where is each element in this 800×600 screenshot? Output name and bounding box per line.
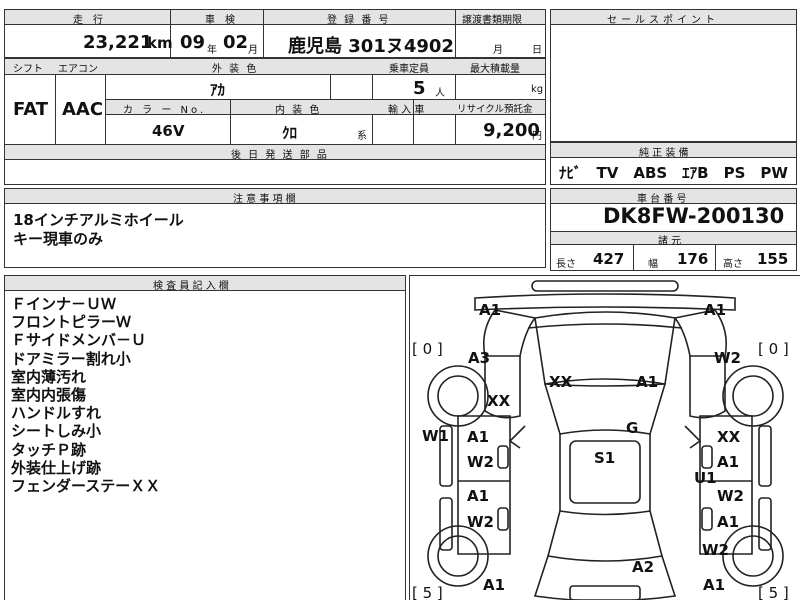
transfer-day-unit: 日 [532, 45, 542, 56]
damage-mark: W2 [467, 453, 494, 471]
damage-mark: A3 [468, 349, 491, 367]
damage-mark: A1 [717, 513, 740, 531]
length-label: 長さ [556, 259, 576, 270]
max-load-unit: kg [531, 84, 544, 95]
damage-mark: A1 [467, 487, 490, 505]
length-value: 427 [593, 250, 625, 268]
interior-color-value: ｸﾛ [282, 124, 298, 142]
inspector-line: Ｆサイドメンバ－Ｕ [11, 331, 147, 350]
transfer-label: 譲渡書類期限 [462, 15, 522, 26]
shipping-label: 後 日 発 送 部 品 [231, 150, 329, 161]
damage-mark: W1 [422, 427, 449, 445]
damage-mark: XX [487, 392, 511, 410]
shift-value: FAT [13, 99, 49, 120]
interior-color-suffix: 系 [357, 131, 367, 142]
damage-mark: S1 [594, 449, 616, 467]
damage-mark: W2 [467, 513, 494, 531]
recycle-unit: 円 [532, 131, 542, 142]
inspection-month: 02 [223, 32, 249, 53]
car-diagram-box: [ 0 ] [ 0 ] [ 5 ] [ 5 ] A1 A1 A3 W2 XX A… [409, 275, 800, 600]
inspector-line: ハンドルすれ [11, 404, 102, 423]
bracket-front-left: [ 0 ] [412, 340, 443, 358]
notes-box: 注 意 事 項 欄 18インチアルミホイール キー現車のみ [4, 188, 546, 268]
damage-mark: W2 [717, 487, 744, 505]
chassis-value: DK8FW-200130 [603, 204, 785, 228]
damage-mark: A1 [703, 576, 726, 594]
bracket-rear-left: [ 5 ] [412, 584, 443, 600]
damage-mark: A1 [483, 576, 506, 594]
color-no-label: カ ラ ー No. [123, 105, 207, 116]
inspection-year-unit: 年 [207, 45, 217, 56]
damage-mark: XX [549, 373, 573, 391]
standard-equipment-value: ﾅﾋﾞ TV ABS ｴｱB PS PW [559, 164, 788, 182]
exterior-color-label: 外 装 色 [212, 64, 259, 75]
aircon-label: エアコン [58, 64, 98, 75]
notes-title: 注 意 事 項 欄 [233, 194, 296, 205]
damage-mark: U1 [694, 469, 717, 487]
transfer-month-unit: 月 [493, 45, 503, 56]
damage-mark: W2 [702, 541, 729, 559]
color-no-value: 46V [152, 122, 185, 140]
registration-label: 登 録 番 号 [327, 15, 391, 26]
inspector-line: タッチＰ跡 [11, 440, 87, 459]
standard-equipment-title: 純 正 装 備 [639, 148, 689, 159]
mileage-value: 23,221 [83, 32, 153, 53]
sales-point-box: セールスポイント [550, 9, 797, 142]
height-value: 155 [757, 250, 789, 268]
inspection-year: 09 [180, 32, 206, 53]
height-label: 高さ [723, 259, 743, 270]
dims-title: 諸 元 [658, 236, 682, 247]
sales-point-title: セールスポイント [607, 15, 719, 26]
damage-mark: A1 [467, 428, 490, 446]
damage-mark: A1 [717, 453, 740, 471]
damage-mark: A2 [632, 558, 655, 576]
inspector-line: ドアミラー割れ小 [11, 349, 131, 368]
damage-mark: A1 [636, 373, 659, 391]
width-value: 176 [677, 250, 709, 268]
inspector-line: フロントピラーＷ [11, 313, 132, 332]
mileage-label: 走 行 [73, 15, 103, 26]
chassis-box: 車 台 番 号 DK8FW-200130 諸 元 長さ 427 幅 176 高さ… [550, 188, 797, 271]
inspector-line: Ｆインナ－ＵＷ [11, 295, 117, 313]
registration-value: 鹿児島 301ヌ4902 [288, 36, 454, 57]
interior-color-label: 内 装 色 [275, 105, 322, 116]
inspector-line: 外装仕上げ跡 [11, 458, 102, 477]
shift-label: シフト [13, 64, 43, 75]
damage-mark: XX [717, 428, 741, 446]
damage-mark: G [626, 419, 639, 437]
spec-box: シフト エアコン 外 装 色 乗車定員 最大積載量 FAT AAC ｱｶ 5 人… [4, 58, 546, 185]
inspector-box: 検 査 員 記 入 欄 Ｆインナ－ＵＷ フロントピラーＷ Ｆサイドメンバ－Ｕ ド… [4, 275, 406, 600]
import-label: 輸 入 車 [388, 105, 425, 116]
capacity-unit: 人 [435, 88, 445, 99]
damage-mark: W2 [714, 349, 741, 367]
mileage-unit: km [147, 34, 173, 52]
chassis-title: 車 台 番 号 [637, 194, 687, 205]
inspector-title: 検 査 員 記 入 欄 [153, 281, 229, 292]
max-load-label: 最大積載量 [470, 64, 520, 75]
inspector-line: 室内内張傷 [11, 386, 87, 405]
aircon-value: AAC [62, 99, 104, 120]
recycle-label: リサイクル預託金 [457, 104, 533, 115]
inspector-line: 室内薄汚れ [11, 367, 87, 386]
inspection-month-unit: 月 [248, 45, 258, 56]
header-box: 走 行 車 検 登 録 番 号 譲渡書類期限 23,221 km 09 年 02… [4, 9, 546, 58]
bracket-rear-right: [ 5 ] [758, 584, 789, 600]
damage-mark: A1 [704, 301, 727, 319]
inspection-label: 車 検 [205, 15, 235, 26]
width-label: 幅 [648, 259, 658, 270]
notes-line-1: 18インチアルミホイール [13, 211, 184, 229]
bracket-front-right: [ 0 ] [758, 340, 789, 358]
inspector-list: Ｆインナ－ＵＷ フロントピラーＷ Ｆサイドメンバ－Ｕ ドアミラー割れ小 室内薄汚… [11, 295, 160, 495]
notes-line-2: キー現車のみ [13, 230, 104, 248]
capacity-value: 5 [413, 78, 426, 99]
damage-mark: A1 [479, 301, 502, 319]
inspector-line: シートしみ小 [11, 422, 102, 441]
capacity-label: 乗車定員 [389, 64, 429, 75]
exterior-color-value: ｱｶ [210, 81, 226, 99]
standard-equipment-box: 純 正 装 備 ﾅﾋﾞ TV ABS ｴｱB PS PW [550, 142, 797, 185]
inspector-line: フェンダーステーＸＸ [11, 477, 161, 496]
